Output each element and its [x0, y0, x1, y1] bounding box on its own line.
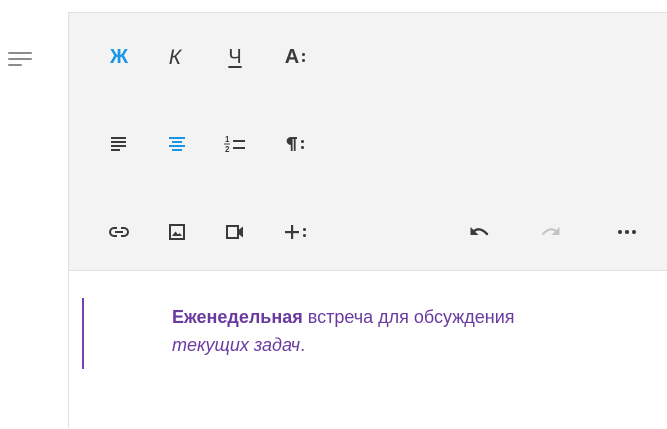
undo-button[interactable]: [459, 212, 499, 252]
more-horizontal-icon: [618, 230, 636, 234]
formatting-toolbar: Ж К Ч A 1 2: [69, 13, 667, 271]
link-icon: [109, 227, 129, 237]
insert-video-button[interactable]: [215, 212, 255, 252]
text-style-label: A: [284, 46, 300, 68]
align-left-button[interactable]: [99, 124, 139, 164]
text-style-menu-button[interactable]: A: [275, 37, 315, 77]
plus-icon: [285, 225, 299, 239]
svg-text:2: 2: [225, 145, 230, 153]
more-options-button[interactable]: [607, 212, 647, 252]
insert-link-button[interactable]: [99, 212, 139, 252]
more-vertical-icon: [303, 227, 306, 237]
image-icon: [169, 224, 185, 240]
numbered-list-button[interactable]: 1 2: [215, 124, 255, 164]
bold-text: Еженедельная: [172, 307, 303, 327]
redo-icon: [542, 227, 560, 235]
svg-text:1: 1: [225, 135, 230, 144]
more-vertical-icon: [302, 52, 306, 62]
bold-label: Ж: [109, 46, 129, 68]
editor-content-area[interactable]: Еженедельная встреча для обсуждения теку…: [69, 271, 667, 429]
align-center-icon: [169, 137, 185, 151]
bold-button[interactable]: Ж: [99, 37, 139, 77]
undo-icon: [470, 227, 489, 236]
italic-text: текущих задач: [172, 335, 301, 355]
plain-text: встреча для обсуждения: [302, 307, 515, 327]
video-camera-icon: [226, 225, 243, 239]
underline-button[interactable]: Ч: [215, 37, 255, 77]
italic-label: К: [168, 45, 182, 69]
numbered-list-icon: 1 2: [224, 135, 245, 153]
paragraph-text[interactable]: Еженедельная встреча для обсуждения теку…: [172, 303, 592, 359]
redo-button[interactable]: [531, 212, 571, 252]
blockquote-bar: [82, 298, 84, 369]
text-editor: Ж К Ч A 1 2 Еженедельная встреча для обс…: [68, 12, 667, 429]
align-center-button[interactable]: [157, 124, 197, 164]
align-left-icon: [111, 137, 126, 151]
menu-toggle-icon[interactable]: [8, 48, 34, 70]
underline-label: Ч: [228, 46, 242, 68]
insert-image-button[interactable]: [157, 212, 197, 252]
italic-button[interactable]: К: [155, 37, 195, 77]
plain-text-end: .: [300, 335, 306, 355]
insert-more-button[interactable]: [275, 212, 315, 252]
more-vertical-icon: [301, 139, 304, 149]
pilcrow-icon: [286, 137, 297, 151]
paragraph-menu-button[interactable]: [275, 124, 315, 164]
